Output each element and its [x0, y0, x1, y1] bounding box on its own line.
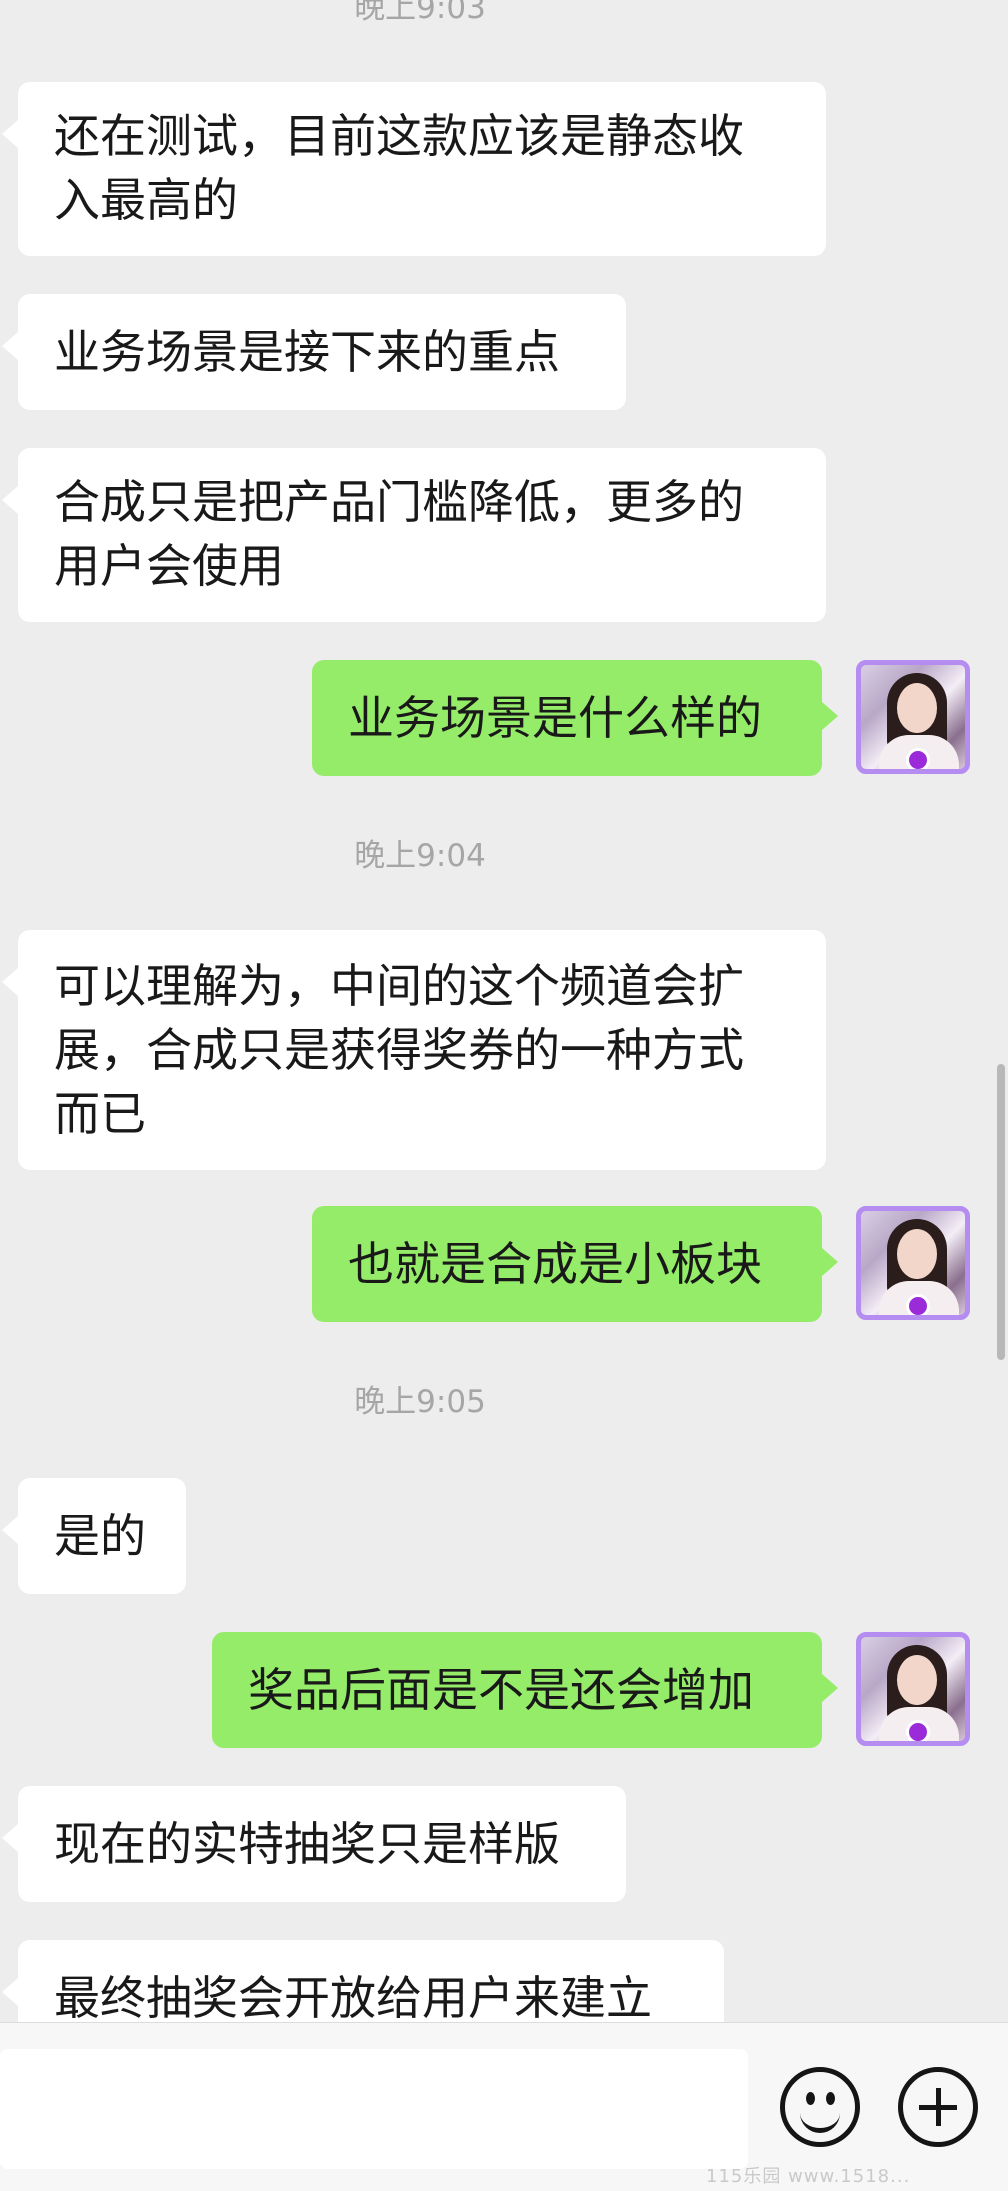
message-text: 业务场景是什么样的: [348, 691, 762, 745]
message-bubble-received[interactable]: 最终抽奖会开放给用户来建立: [2, 1940, 724, 2022]
message-bubble-sent[interactable]: 奖品后面是不是还会增加: [212, 1632, 838, 1748]
avatar[interactable]: [856, 1206, 970, 1320]
message-bubble-sent[interactable]: 业务场景是什么样的: [312, 660, 838, 776]
message-bubble-received[interactable]: 可以理解为，中间的这个频道会扩 展，合成只是获得奖券的一种方式 而已: [2, 930, 826, 1170]
scrollbar[interactable]: [997, 1064, 1005, 1360]
message-line: 用户会使用: [54, 539, 284, 593]
message-text: 现在的实特抽奖只是样版: [54, 1817, 560, 1871]
avatar[interactable]: [856, 1632, 970, 1746]
message-text: 最终抽奖会开放给用户来建立: [54, 1971, 652, 2022]
plus-icon[interactable]: [898, 2067, 978, 2147]
message-bubble-received[interactable]: 还在测试，目前这款应该是静态收 入最高的: [2, 82, 826, 256]
message-text: 也就是合成是小板块: [348, 1237, 762, 1291]
message-bubble-received[interactable]: 现在的实特抽奖只是样版: [2, 1786, 626, 1902]
timestamp: 晚上9:04: [354, 838, 486, 874]
message-text: 是的: [54, 1509, 146, 1563]
watermark: 115乐园 www.1518...: [706, 2166, 911, 2187]
message-bubble-received[interactable]: 业务场景是接下来的重点: [2, 294, 626, 410]
message-input[interactable]: [0, 2049, 748, 2169]
message-line: 入最高的: [54, 173, 238, 227]
avatar[interactable]: [856, 660, 970, 774]
chat-history[interactable]: 晚上9:03 还在测试，目前这款应该是静态收 入最高的 业务场景是接下来的重点 …: [0, 0, 1008, 2022]
timestamp: 晚上9:03: [354, 0, 486, 26]
message-bubble-received[interactable]: 是的: [2, 1478, 186, 1594]
message-line: 而已: [54, 1087, 146, 1141]
emoji-icon[interactable]: [780, 2067, 860, 2147]
message-bubble-received[interactable]: 合成只是把产品门槛降低，更多的 用户会使用: [2, 448, 826, 622]
message-line: 还在测试，目前这款应该是静态收: [54, 109, 744, 163]
message-line: 展，合成只是获得奖券的一种方式: [54, 1023, 744, 1077]
timestamp: 晚上9:05: [354, 1384, 486, 1420]
message-line: 可以理解为，中间的这个频道会扩: [54, 959, 744, 1013]
message-line: 合成只是把产品门槛降低，更多的: [54, 475, 744, 529]
message-text: 业务场景是接下来的重点: [54, 325, 560, 379]
message-text: 奖品后面是不是还会增加: [248, 1663, 754, 1717]
message-bubble-sent[interactable]: 也就是合成是小板块: [312, 1206, 838, 1322]
